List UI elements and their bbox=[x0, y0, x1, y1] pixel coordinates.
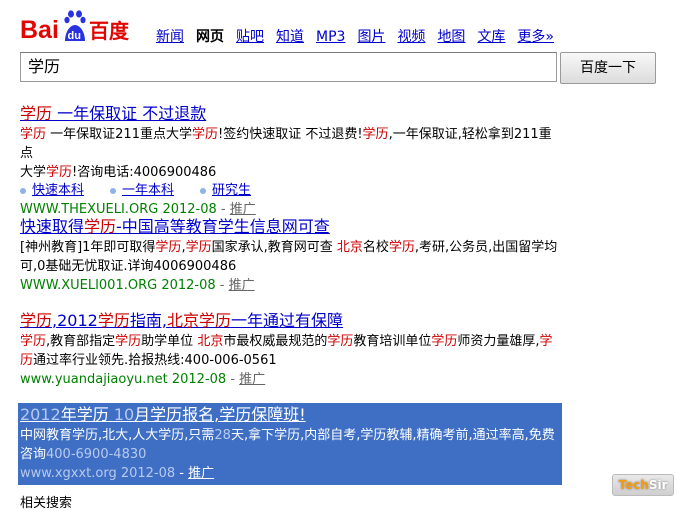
bullet-icon bbox=[110, 187, 117, 194]
promo-link[interactable]: 推广 bbox=[229, 278, 255, 293]
techsir-watermark: TechSir bbox=[612, 474, 674, 496]
search-input[interactable]: 学历 bbox=[20, 52, 557, 82]
search-button[interactable]: 百度一下 bbox=[560, 52, 656, 84]
result-title-link[interactable]: 快速取得学历-中国高等教育学生信息网可查 bbox=[20, 217, 560, 237]
nav-zhidao[interactable]: 知道 bbox=[276, 29, 304, 45]
sublink-graduate[interactable]: 研究生 bbox=[212, 183, 251, 198]
baidu-logo[interactable]: Bai du 百度 bbox=[20, 8, 138, 48]
result-title-link[interactable]: 2012年学历 10月学历报名,学历保障班! bbox=[20, 405, 560, 425]
related-searches-partial: 相关搜索 bbox=[20, 496, 73, 511]
sublink-fast-bachelor[interactable]: 快速本科 bbox=[32, 183, 84, 198]
result-title-link[interactable]: 学历 一年保取证 不过退款 bbox=[20, 104, 560, 124]
top-nav: 新闻 网页 贴吧 知道 MP3 图片 视频 地图 文库 更多» bbox=[156, 26, 554, 46]
logo-text-bai: Bai bbox=[20, 16, 59, 44]
result-item-4-selected: 2012年学历 10月学历报名,学历保障班! 中网教育学历,北大,人大学历,只需… bbox=[18, 403, 562, 485]
result-url: www.yuandajiaoyu.net 2012-08 - 推广 bbox=[20, 372, 266, 387]
result-item-1: 学历 一年保取证 不过退款 学历 一年保取证211重点大学学历!签约快速取证 不… bbox=[20, 104, 560, 219]
promo-link[interactable]: 推广 bbox=[188, 466, 214, 481]
nav-video[interactable]: 视频 bbox=[397, 29, 425, 45]
nav-images[interactable]: 图片 bbox=[357, 29, 385, 45]
nav-map[interactable]: 地图 bbox=[437, 29, 465, 45]
nav-web-current: 网页 bbox=[196, 29, 224, 45]
result-description: 学历 一年保取证211重点大学学历!签约快速取证 不过退费!学历,一年保取证,轻… bbox=[20, 127, 552, 180]
result-sublinks: 快速本科 一年本科 研究生 bbox=[20, 182, 560, 200]
result-url: www.xgxxt.org 2012-08 - 推广 bbox=[20, 466, 215, 481]
logo-text-baidu-cn: 百度 bbox=[89, 19, 130, 43]
nav-more[interactable]: 更多» bbox=[517, 29, 554, 45]
nav-tieba[interactable]: 贴吧 bbox=[236, 29, 264, 45]
bullet-icon bbox=[200, 187, 207, 194]
baidu-paw-logo-icon: Bai du 百度 bbox=[20, 10, 130, 44]
sublink-one-year-bachelor[interactable]: 一年本科 bbox=[122, 183, 174, 198]
result-description: 学历,教育部指定学历助学单位 北京市最权威最规范的学历教育培训单位学历师资力量雄… bbox=[20, 334, 553, 368]
nav-wenku[interactable]: 文库 bbox=[477, 29, 505, 45]
logo-text-du: du bbox=[68, 30, 81, 42]
promo-link[interactable]: 推广 bbox=[239, 372, 265, 387]
nav-mp3[interactable]: MP3 bbox=[316, 29, 345, 45]
result-url: WWW.XUELI001.ORG 2012-08 - 推广 bbox=[20, 278, 255, 293]
result-description: 中网教育学历,北大,人大学历,只需28天,拿下学历,内部自考,学历教辅,精确考前… bbox=[20, 428, 555, 462]
nav-news[interactable]: 新闻 bbox=[156, 29, 184, 45]
result-item-2: 快速取得学历-中国高等教育学生信息网可查 [神州教育]1年即可取得学历,学历国家… bbox=[20, 217, 560, 295]
result-title-link[interactable]: 学历,2012学历指南,北京学历一年通过有保障 bbox=[20, 311, 560, 331]
promo-link[interactable]: 推广 bbox=[230, 202, 256, 217]
result-description: [神州教育]1年即可取得学历,学历国家承认,教育网可查 北京名校学历,考研,公务… bbox=[20, 240, 558, 274]
bullet-icon bbox=[20, 187, 26, 194]
result-item-3: 学历,2012学历指南,北京学历一年通过有保障 学历,教育部指定学历助学单位 北… bbox=[20, 311, 560, 389]
